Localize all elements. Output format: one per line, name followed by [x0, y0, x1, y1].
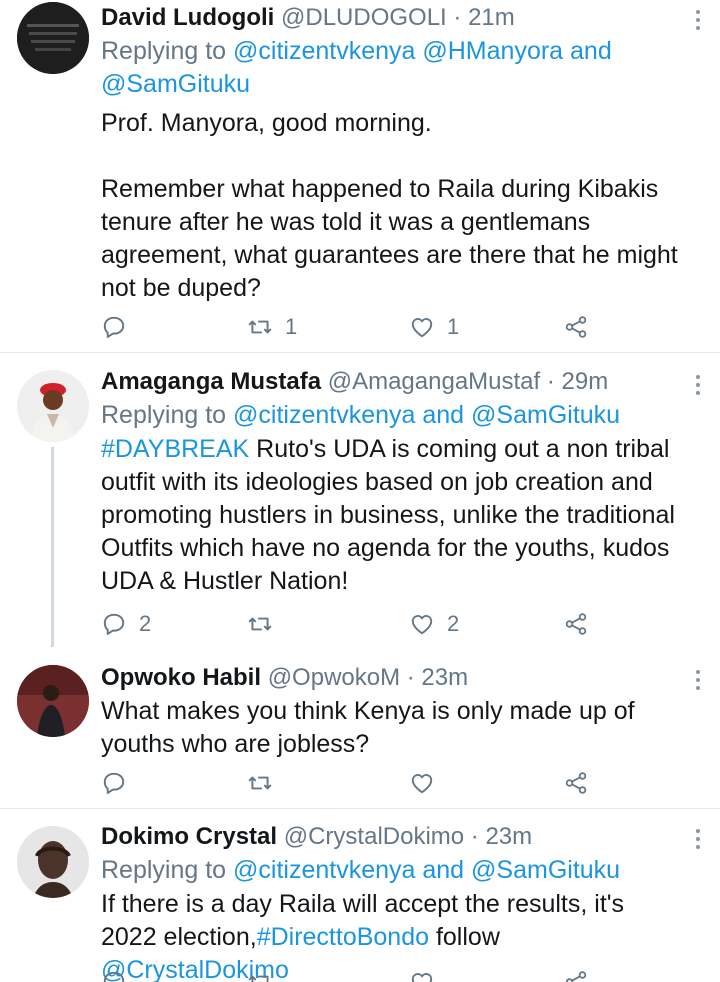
retweet-button[interactable]: 1: [247, 312, 297, 342]
reply-button[interactable]: [101, 312, 139, 342]
share-button[interactable]: [563, 312, 589, 342]
avatar-image: [17, 2, 89, 74]
share-icon: [565, 772, 587, 794]
hashtag-link[interactable]: #DAYBREAK: [101, 435, 249, 463]
separator: ·: [400, 664, 422, 691]
user-handle[interactable]: @AmagangaMustaf: [328, 368, 540, 395]
replying-to: Replying to @citizentvkenya and @SamGitu…: [101, 399, 680, 432]
share-icon: [565, 971, 587, 982]
avatar-image: [17, 370, 89, 442]
display-name[interactable]: Opwoko Habil: [101, 664, 261, 691]
replying-to: Replying to @citizentvkenya and @SamGitu…: [101, 854, 680, 887]
tweet-body-follow: follow: [429, 923, 507, 951]
reply-mentions[interactable]: @citizentvkenya and @SamGituku: [233, 856, 620, 884]
reply-icon: [103, 772, 125, 794]
share-icon: [565, 316, 587, 338]
tweet-actions: 1 1: [101, 312, 591, 342]
user-handle[interactable]: @DLUDOGOLI: [281, 4, 447, 31]
timestamp[interactable]: 23m: [485, 823, 532, 850]
tweet-text: #DAYBREAK Ruto's UDA is coming out a non…: [101, 433, 680, 598]
retweet-button[interactable]: [247, 967, 273, 982]
like-icon: [411, 973, 433, 982]
retweet-icon: [248, 320, 272, 334]
tweet-header: Amaganga Mustafa @AmagangaMustaf · 29m: [101, 366, 680, 398]
more-options-icon[interactable]: [694, 670, 702, 694]
separator: ·: [446, 4, 469, 31]
tweet-text: What makes you think Kenya is only made …: [101, 697, 642, 758]
replying-to-label: Replying to: [101, 856, 234, 884]
like-icon: [411, 318, 433, 338]
reply-icon: [103, 971, 125, 982]
retweet-button[interactable]: [247, 768, 285, 798]
tweet-actions: 2 2: [101, 609, 591, 639]
like-button[interactable]: 1: [409, 312, 459, 342]
like-button[interactable]: [409, 967, 435, 982]
reply-icon: [103, 613, 125, 635]
replying-to-label: Replying to: [101, 401, 234, 429]
reply-mentions[interactable]: @citizentvkenya @HManyora and: [233, 37, 612, 65]
retweet-icon: [248, 776, 272, 790]
share-button[interactable]: [563, 768, 589, 798]
hashtag-link[interactable]: #DirecttoBondo: [257, 923, 429, 951]
share-icon: [565, 613, 587, 635]
more-options-icon[interactable]: [694, 10, 702, 34]
tweet-actions: [101, 967, 591, 982]
retweet-icon: [248, 617, 272, 631]
reply-icon: [103, 316, 125, 338]
avatar[interactable]: [17, 2, 89, 74]
reply-count: 2: [139, 611, 152, 636]
timestamp[interactable]: 21m: [468, 4, 515, 31]
share-button[interactable]: [563, 967, 589, 982]
display-name[interactable]: Dokimo Crystal: [101, 823, 277, 850]
user-handle[interactable]: @CrystalDokimo: [284, 823, 464, 850]
separator: ·: [540, 368, 562, 395]
reply-button[interactable]: [101, 967, 127, 982]
user-handle[interactable]: @OpwokoM: [268, 664, 400, 691]
replying-to: Replying to @citizentvkenya @HManyora an…: [101, 35, 680, 101]
avatar-image: [17, 826, 89, 898]
retweet-button[interactable]: [247, 609, 285, 639]
like-count: 1: [447, 314, 460, 339]
like-button[interactable]: 2: [409, 609, 459, 639]
share-button[interactable]: [563, 609, 589, 639]
tweet[interactable]: Amaganga Mustafa @AmagangaMustaf · 29m R…: [0, 353, 720, 647]
like-button[interactable]: [409, 768, 447, 798]
tweet-text: Prof. Manyora, good morning. Remember wh…: [101, 109, 678, 302]
timestamp[interactable]: 29m: [562, 368, 609, 395]
like-count: 2: [447, 611, 460, 636]
avatar[interactable]: [17, 370, 89, 442]
retweet-icon: [248, 975, 269, 982]
tweet-header: Dokimo Crystal @CrystalDokimo · 23m: [101, 821, 680, 853]
tweet-actions: [101, 768, 591, 798]
replying-to-label: Replying to: [101, 37, 234, 65]
reply-mentions[interactable]: @citizentvkenya and @SamGituku: [233, 401, 620, 429]
reply-button[interactable]: [101, 768, 139, 798]
thread-line: [51, 447, 54, 647]
tweet[interactable]: Opwoko Habil @OpwokoM · 23m What makes y…: [0, 645, 720, 808]
display-name[interactable]: Amaganga Mustafa: [101, 368, 321, 395]
tweet[interactable]: Dokimo Crystal @CrystalDokimo · 23m Repl…: [0, 809, 720, 982]
reply-button[interactable]: 2: [101, 609, 151, 639]
separator: ·: [464, 823, 486, 850]
reply-mention[interactable]: @SamGituku: [101, 70, 250, 98]
like-icon: [411, 774, 433, 794]
avatar[interactable]: [17, 826, 89, 898]
tweet[interactable]: David Ludogoli @DLUDOGOLI · 21m Replying…: [0, 0, 720, 352]
display-name[interactable]: David Ludogoli: [101, 4, 274, 31]
avatar-image: [17, 665, 89, 737]
like-icon: [411, 615, 433, 635]
avatar[interactable]: [17, 665, 89, 737]
retweet-count: 1: [285, 314, 298, 339]
tweet-header: Opwoko Habil @OpwokoM · 23m: [101, 662, 680, 694]
more-options-icon[interactable]: [694, 829, 702, 853]
timestamp[interactable]: 23m: [421, 664, 468, 691]
tweet-header: David Ludogoli @DLUDOGOLI · 21m: [101, 2, 680, 34]
more-options-icon[interactable]: [694, 375, 702, 399]
